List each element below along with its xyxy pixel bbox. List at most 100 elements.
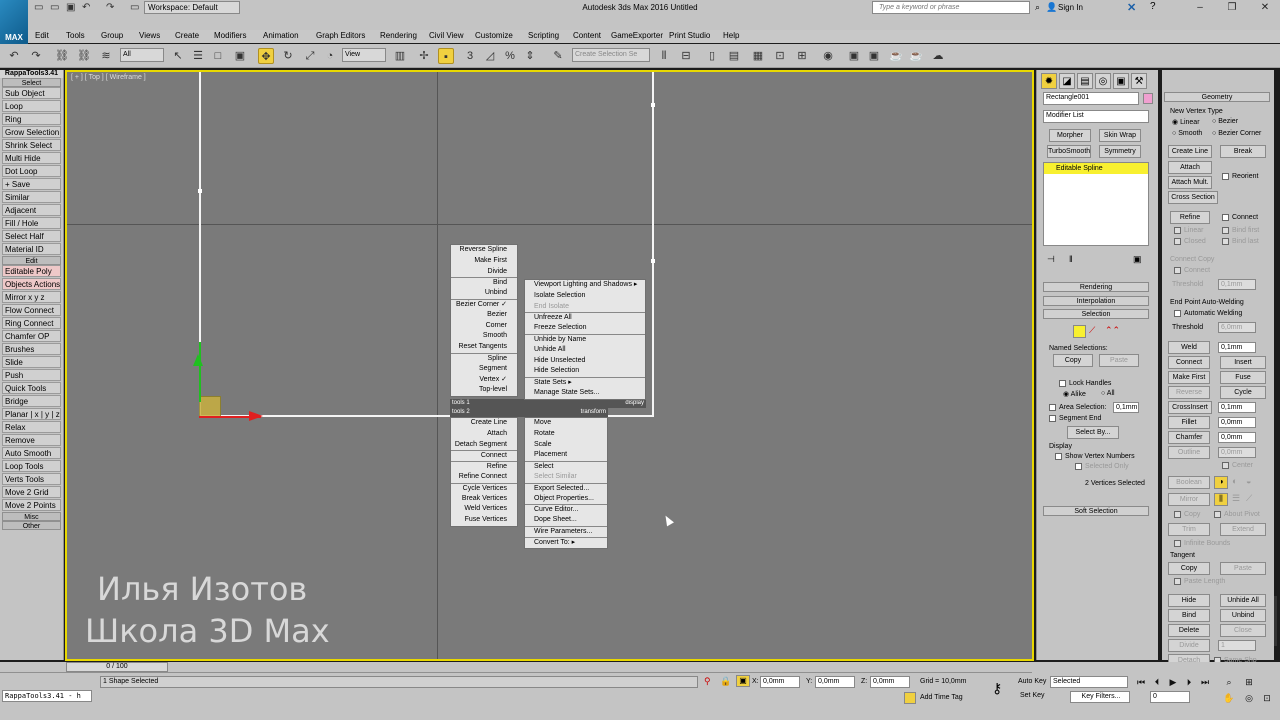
angle-snap-icon[interactable]: ◿ (482, 48, 498, 64)
cycle-button[interactable]: Cycle (1220, 386, 1266, 399)
quad-item-top-level[interactable]: Top-level (451, 385, 517, 396)
link-icon[interactable]: ⛓ (54, 48, 70, 64)
symmetry-button[interactable]: Symmetry (1099, 145, 1141, 158)
modifier-list-dropdown[interactable]: Modifier List (1043, 110, 1149, 123)
orbit-icon[interactable]: ◎ (1242, 692, 1256, 704)
rappa-button-similar[interactable]: Similar (2, 191, 61, 203)
rendered-frame-window-icon[interactable]: ▣ (866, 48, 882, 64)
selected-only-checkbox[interactable] (1075, 463, 1082, 470)
time-slider[interactable]: 0 / 100 (66, 662, 168, 672)
infinite-bounds-checkbox[interactable] (1174, 540, 1181, 547)
rappa-button-loop[interactable]: Loop (2, 100, 61, 112)
sign-in-link[interactable]: Sign In (1058, 3, 1083, 12)
goto-start-icon[interactable]: ⏮ (1134, 676, 1148, 688)
quad-item-move[interactable]: Move (525, 418, 607, 429)
tangent-copy-button[interactable]: Copy (1168, 562, 1210, 575)
quad-item-break-vertices[interactable]: Break Vertices (451, 494, 517, 505)
lock-handles-checkbox[interactable] (1059, 380, 1066, 387)
select-manipulate-icon[interactable]: ✢ (416, 48, 432, 64)
select-by-name-icon[interactable]: ☰ (190, 48, 206, 64)
quad-item-divide[interactable]: Divide (451, 267, 517, 278)
prev-frame-icon[interactable]: ⏴ (1150, 676, 1164, 688)
material-editor-icon[interactable]: ◉ (820, 48, 836, 64)
boolean-union-icon[interactable]: ◑ (1214, 476, 1228, 489)
quad-item-rotate[interactable]: Rotate (525, 429, 607, 440)
bind-space-warp-icon[interactable]: ≋ (98, 48, 114, 64)
bezier-corner-radio[interactable]: ○ Bezier Corner (1212, 130, 1261, 137)
maximize-icon[interactable]: ❐ (1222, 2, 1242, 13)
alike-radio[interactable]: ◉ Alike (1063, 390, 1086, 398)
pin-stack-icon[interactable]: ⊣ (1047, 254, 1055, 265)
undo-icon[interactable]: ↶ (6, 48, 22, 64)
boolean-button[interactable]: Boolean (1168, 476, 1210, 489)
rappa-button-flow-connect[interactable]: Flow Connect (2, 304, 61, 316)
weld-button[interactable]: Weld (1168, 341, 1210, 354)
all-radio[interactable]: ○ All (1101, 390, 1115, 397)
unlink-icon[interactable]: ⛓ (76, 48, 92, 64)
gizmo-y-arrow-icon[interactable] (193, 354, 203, 366)
align-icon[interactable]: ⊟ (678, 48, 694, 64)
rollout-rendering[interactable]: Rendering (1043, 282, 1149, 292)
viewport-label[interactable]: [ + ] [ Top ] [ Wireframe ] (71, 74, 146, 81)
toggle-scene-explorer-icon[interactable]: ▯ (704, 48, 720, 64)
tangent-paste-button[interactable]: Paste (1220, 562, 1266, 575)
quad-item-dope-sheet[interactable]: Dope Sheet... (525, 515, 607, 526)
project-folder-icon[interactable]: ▭ (130, 2, 139, 13)
rappa-button-remove[interactable]: Remove (2, 434, 61, 446)
keyboard-shortcut-override-icon[interactable]: ▪ (438, 48, 454, 64)
divide-button[interactable]: Divide (1168, 639, 1210, 652)
object-color-swatch[interactable] (1143, 93, 1153, 104)
quad-item-reset-tangents[interactable]: Reset Tangents (451, 342, 517, 353)
percent-snap-icon[interactable]: % (502, 48, 518, 64)
quad-item-viewport-lighting-and-shadows[interactable]: Viewport Lighting and Shadows ▸ (525, 280, 645, 291)
zoom-all-icon[interactable]: ⊞ (1242, 676, 1256, 688)
rappa-button-objects-actions[interactable]: Objects Actions (2, 278, 61, 290)
menu-content[interactable]: Content (573, 31, 601, 40)
save-file-icon[interactable]: ▣ (66, 2, 75, 13)
help-icon[interactable]: ? (1150, 1, 1156, 12)
place-icon[interactable]: ◔ (322, 48, 338, 64)
rappa-button-bridge[interactable]: Bridge (2, 395, 61, 407)
insert-button[interactable]: Insert (1220, 356, 1266, 369)
rappa-button-fill-hole[interactable]: Fill / Hole (2, 217, 61, 229)
quad-item-manage-state-sets[interactable]: Manage State Sets... (525, 388, 645, 399)
search-input[interactable]: Type a keyword or phrase (872, 1, 1030, 14)
snaps-toggle-icon[interactable]: 3 (462, 48, 478, 64)
boolean-subtract-icon[interactable]: ◐ (1232, 476, 1237, 486)
quad-item-hide-selection[interactable]: Hide Selection (525, 366, 645, 377)
rappa-button-push[interactable]: Push (2, 369, 61, 381)
connect-copy-checkbox[interactable] (1174, 267, 1181, 274)
modifier-stack[interactable]: Editable Spline (1043, 162, 1149, 246)
transform-gizmo-plane[interactable] (199, 396, 221, 418)
reverse-button[interactable]: Reverse (1168, 386, 1210, 399)
rollout-soft-selection[interactable]: Soft Selection (1043, 506, 1149, 516)
rappa-button-editable-poly[interactable]: Editable Poly (2, 265, 61, 277)
rotate-icon[interactable]: ↻ (280, 48, 296, 64)
rappa-button-mirror-x-y-z[interactable]: Mirror x y z (2, 291, 61, 303)
refine-connect-checkbox[interactable] (1222, 214, 1229, 221)
attach-mult-button[interactable]: Attach Mult. (1168, 176, 1212, 189)
spline-vertex[interactable] (198, 189, 202, 193)
show-end-result-icon[interactable]: ‖ (1069, 254, 1073, 264)
utilities-tab-icon[interactable]: ⚒ (1131, 73, 1147, 89)
area-selection-checkbox[interactable] (1049, 404, 1056, 411)
fillet-spinner[interactable]: 0,0mm (1218, 417, 1256, 428)
quad-item-isolate-selection[interactable]: Isolate Selection (525, 291, 645, 302)
key-filters-button[interactable]: Key Filters... (1070, 691, 1130, 703)
selection-set-dropdown[interactable]: Create Selection Se (572, 48, 650, 62)
time-tag-icon[interactable] (904, 692, 916, 704)
quad-item-unfreeze-all[interactable]: Unfreeze All (525, 312, 645, 323)
quad-item-segment[interactable]: Segment (451, 364, 517, 375)
quad-item-unhide-all[interactable]: Unhide All (525, 345, 645, 356)
isolate-icon[interactable]: ⚲ (704, 676, 711, 687)
rappa-button-multi-hide[interactable]: Multi Hide (2, 152, 61, 164)
scale-icon[interactable]: ⤢ (302, 48, 318, 64)
quad-item-spline[interactable]: Spline (451, 352, 517, 364)
menu-help[interactable]: Help (723, 31, 739, 40)
outline-button[interactable]: Outline (1168, 446, 1210, 459)
command-panel-scrollbar[interactable] (1274, 596, 1277, 646)
refine-button[interactable]: Refine (1170, 211, 1210, 224)
reorient-checkbox[interactable] (1222, 173, 1229, 180)
make-first-button[interactable]: Make First (1168, 371, 1210, 384)
rappa-button-dot-loop[interactable]: Dot Loop (2, 165, 61, 177)
